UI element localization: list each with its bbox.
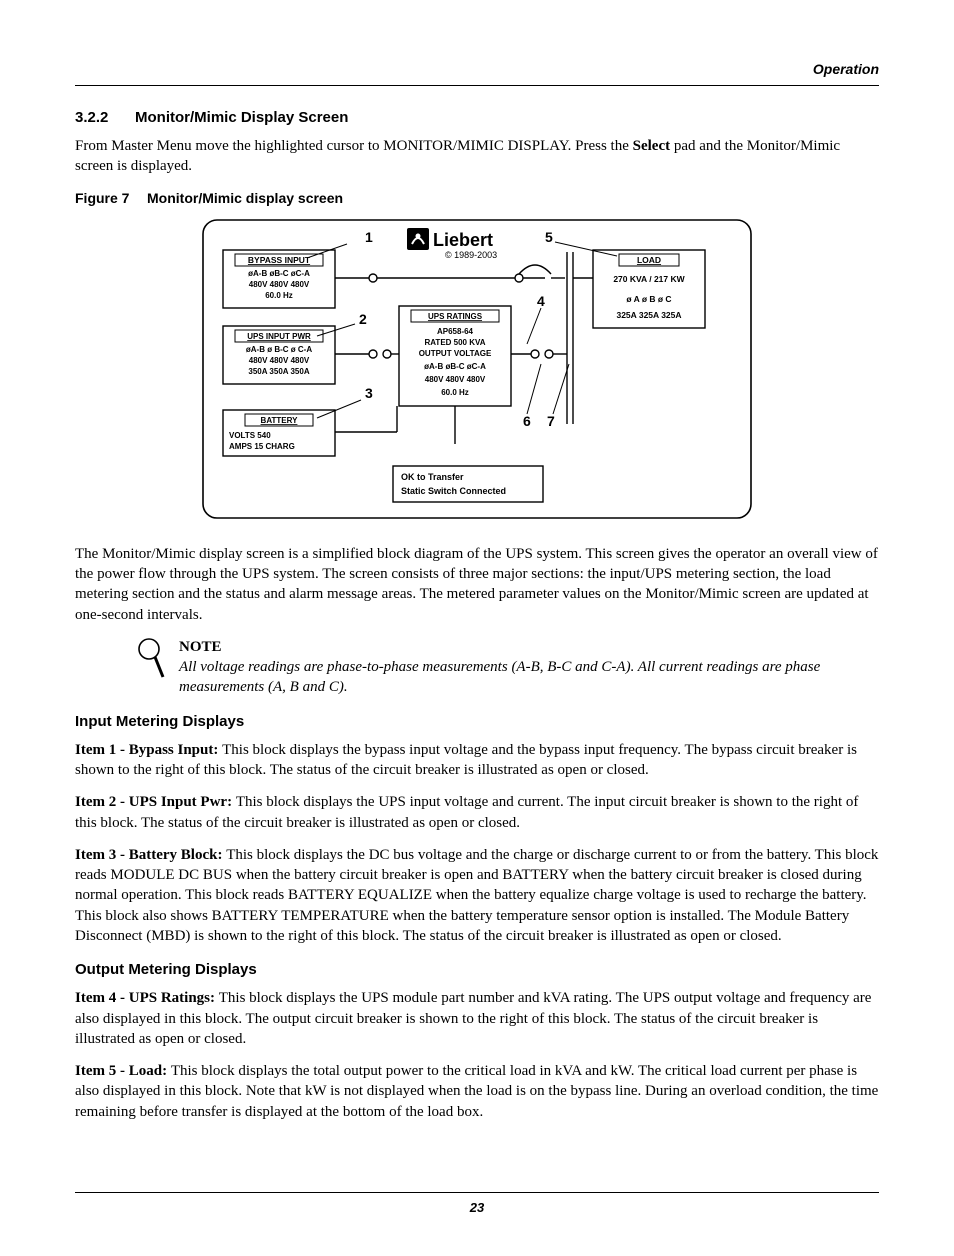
status-block: OK to Transfer Static Switch Connected	[393, 466, 543, 502]
select-keyword: Select	[633, 138, 670, 154]
svg-text:480V 480V 480V: 480V 480V 480V	[249, 280, 310, 289]
svg-text:BATTERY: BATTERY	[261, 416, 299, 425]
section-heading: 3.2.2Monitor/Mimic Display Screen	[75, 108, 879, 128]
svg-text:BYPASS INPUT: BYPASS INPUT	[248, 255, 311, 265]
svg-text:4: 4	[537, 293, 545, 309]
svg-text:OUTPUT VOLTAGE: OUTPUT VOLTAGE	[419, 349, 492, 358]
item2-head: Item 2 - UPS Input Pwr:	[75, 794, 236, 810]
svg-text:Static Switch Connected: Static Switch Connected	[401, 486, 506, 496]
output-metering-heading: Output Metering Displays	[75, 960, 879, 980]
figure-caption: Figure 7Monitor/Mimic display screen	[75, 189, 879, 208]
battery-block: BATTERY VOLTS 540 AMPS 15 CHARG	[223, 410, 335, 456]
svg-text:7: 7	[547, 413, 555, 429]
intro-part-a: From Master Menu move the highlighted cu…	[75, 138, 633, 154]
svg-text:UPS RATINGS: UPS RATINGS	[428, 312, 483, 321]
svg-text:325A 325A 325A: 325A 325A 325A	[616, 310, 681, 320]
section-intro: From Master Menu move the highlighted cu…	[75, 136, 879, 177]
svg-text:2: 2	[359, 311, 367, 327]
section-number: 3.2.2	[75, 108, 135, 128]
svg-text:VOLTS 540: VOLTS 540	[229, 431, 271, 440]
svg-text:OK to Transfer: OK to Transfer	[401, 472, 464, 482]
svg-text:60.0 Hz: 60.0 Hz	[441, 388, 469, 397]
svg-text:3: 3	[365, 385, 373, 401]
svg-text:6: 6	[523, 413, 531, 429]
figure-diagram: Liebert © 1989-2003 BYPASS INPUT øA-B øB…	[75, 214, 879, 530]
svg-text:øA-B ø B-C ø C-A: øA-B ø B-C ø C-A	[246, 345, 312, 354]
item3-head: Item 3 - Battery Block:	[75, 847, 226, 863]
svg-text:480V 480V 480V: 480V 480V 480V	[425, 375, 486, 384]
svg-text:270 KVA / 217 KW: 270 KVA / 217 KW	[613, 274, 685, 284]
svg-text:350A 350A 350A: 350A 350A 350A	[248, 367, 309, 376]
figure-number: Figure 7	[75, 189, 147, 208]
svg-text:© 1989-2003: © 1989-2003	[445, 250, 497, 260]
item2-paragraph: Item 2 - UPS Input Pwr: This block displ…	[75, 792, 879, 833]
page-footer: 23	[75, 1192, 879, 1217]
svg-text:UPS INPUT PWR: UPS INPUT PWR	[247, 332, 311, 341]
item1-paragraph: Item 1 - Bypass Input: This block displa…	[75, 740, 879, 781]
load-block: LOAD 270 KVA / 217 KW ø A ø B ø C 325A 3…	[593, 250, 705, 328]
svg-text:AMPS 15 CHARG: AMPS 15 CHARG	[229, 442, 295, 451]
bypass-input-block: BYPASS INPUT øA-B øB-C øC-A 480V 480V 48…	[223, 250, 335, 308]
note-title: NOTE	[179, 637, 879, 657]
figure-title: Monitor/Mimic display screen	[147, 190, 343, 206]
item5-head: Item 5 - Load:	[75, 1063, 171, 1079]
item5-paragraph: Item 5 - Load: This block displays the t…	[75, 1061, 879, 1122]
magnifier-icon	[137, 637, 167, 681]
note-body: All voltage readings are phase-to-phase …	[179, 657, 879, 698]
svg-text:Liebert: Liebert	[433, 230, 493, 250]
svg-text:RATED 500 KVA: RATED 500 KVA	[424, 338, 485, 347]
description-paragraph: The Monitor/Mimic display screen is a si…	[75, 544, 879, 625]
svg-text:LOAD: LOAD	[637, 255, 661, 265]
item4-paragraph: Item 4 - UPS Ratings: This block display…	[75, 988, 879, 1049]
svg-text:1: 1	[365, 229, 373, 245]
svg-text:øA-B øB-C øC-A: øA-B øB-C øC-A	[424, 362, 486, 371]
svg-text:5: 5	[545, 229, 553, 245]
svg-text:480V 480V 480V: 480V 480V 480V	[249, 356, 310, 365]
page-header: Operation	[75, 60, 879, 86]
note-block: NOTE All voltage readings are phase-to-p…	[137, 637, 879, 698]
item5-body: This block displays the total output pow…	[75, 1063, 878, 1120]
item1-head: Item 1 - Bypass Input:	[75, 742, 222, 758]
ups-input-pwr-block: UPS INPUT PWR øA-B ø B-C ø C-A 480V 480V…	[223, 326, 335, 384]
svg-text:AP658-64: AP658-64	[437, 327, 474, 336]
item4-head: Item 4 - UPS Ratings:	[75, 990, 219, 1006]
ups-ratings-block: UPS RATINGS AP658-64 RATED 500 KVA OUTPU…	[399, 306, 511, 406]
item3-paragraph: Item 3 - Battery Block: This block displ…	[75, 845, 879, 946]
input-metering-heading: Input Metering Displays	[75, 712, 879, 732]
svg-text:ø A ø B ø C: ø A ø B ø C	[626, 294, 671, 304]
svg-text:øA-B øB-C øC-A: øA-B øB-C øC-A	[248, 269, 310, 278]
svg-text:60.0 Hz: 60.0 Hz	[265, 291, 293, 300]
section-title: Monitor/Mimic Display Screen	[135, 109, 348, 126]
